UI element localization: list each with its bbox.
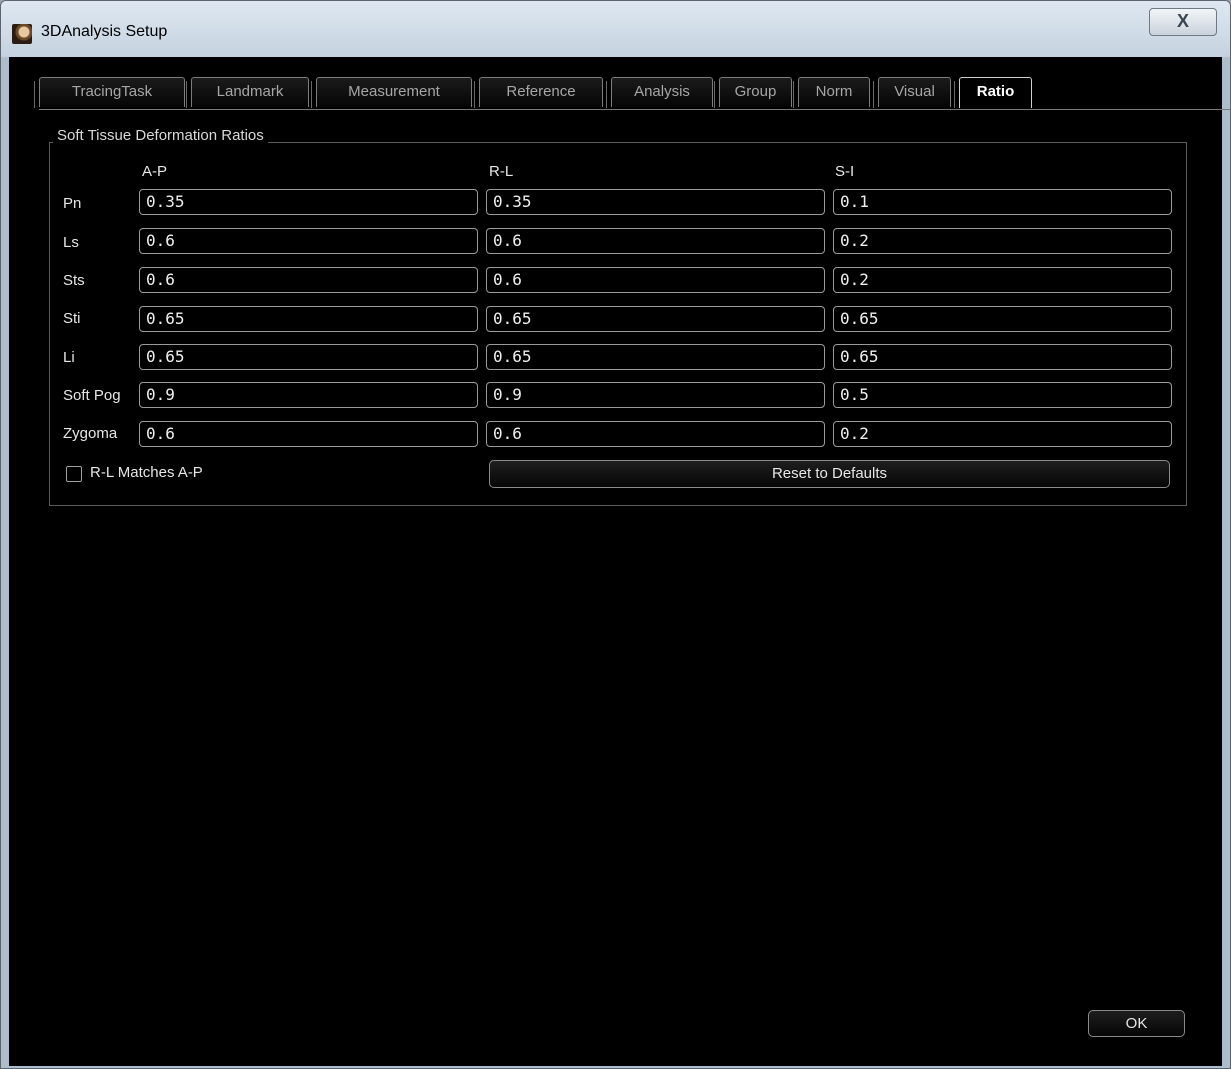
close-button[interactable]: X [1149, 8, 1217, 36]
row-label-sts: Sts [63, 272, 85, 289]
tab-divider [39, 109, 1230, 110]
sts-rl-field[interactable]: 0.6 [486, 267, 825, 293]
dialog-window: 3DAnalysis Setup X TracingTask Landmark … [0, 0, 1231, 1069]
tab-visual[interactable]: Visual [873, 77, 951, 108]
sts-ap-field[interactable]: 0.6 [139, 267, 478, 293]
li-rl-field[interactable]: 0.65 [486, 344, 825, 370]
pn-si-field[interactable]: 0.1 [833, 189, 1172, 215]
row-label-sti: Sti [63, 310, 81, 327]
tab-bar: TracingTask Landmark Measurement Referen… [34, 77, 1230, 109]
rl-matches-ap-checkbox[interactable] [66, 466, 82, 482]
row-label-pn: Pn [63, 195, 82, 212]
tab-ratio[interactable]: Ratio [954, 77, 1032, 108]
title-bar: 3DAnalysis Setup X [1, 1, 1230, 57]
sti-rl-field[interactable]: 0.65 [486, 306, 825, 332]
softpog-rl-field[interactable]: 0.9 [486, 382, 825, 408]
tab-measurement[interactable]: Measurement [311, 77, 472, 108]
tab-landmark[interactable]: Landmark [186, 77, 309, 108]
tab-tracingtask[interactable]: TracingTask [34, 77, 185, 108]
rl-matches-ap-label[interactable]: R-L Matches A-P [90, 464, 203, 481]
row-label-li: Li [63, 349, 75, 366]
ls-si-field[interactable]: 0.2 [833, 228, 1172, 254]
ls-rl-field[interactable]: 0.6 [486, 228, 825, 254]
tab-group[interactable]: Group [714, 77, 792, 108]
pn-ap-field[interactable]: 0.35 [139, 189, 478, 215]
sts-si-field[interactable]: 0.2 [833, 267, 1172, 293]
zygoma-rl-field[interactable]: 0.6 [486, 421, 825, 447]
zygoma-ap-field[interactable]: 0.6 [139, 421, 478, 447]
row-label-soft-pog: Soft Pog [63, 387, 121, 404]
column-header-rl: R-L [489, 163, 514, 180]
softpog-ap-field[interactable]: 0.9 [139, 382, 478, 408]
tab-reference[interactable]: Reference [474, 77, 603, 108]
sti-si-field[interactable]: 0.65 [833, 306, 1172, 332]
li-si-field[interactable]: 0.65 [833, 344, 1172, 370]
app-icon [12, 24, 32, 44]
tab-norm[interactable]: Norm [793, 77, 870, 108]
groupbox-title: Soft Tissue Deformation Ratios [53, 127, 268, 144]
tab-analysis[interactable]: Analysis [606, 77, 713, 108]
column-header-ap: A-P [142, 163, 168, 180]
sti-ap-field[interactable]: 0.65 [139, 306, 478, 332]
li-ap-field[interactable]: 0.65 [139, 344, 478, 370]
ls-ap-field[interactable]: 0.6 [139, 228, 478, 254]
row-label-ls: Ls [63, 234, 79, 251]
reset-to-defaults-button[interactable]: Reset to Defaults [489, 460, 1170, 488]
row-label-zygoma: Zygoma [63, 425, 118, 442]
dialog-client-area: TracingTask Landmark Measurement Referen… [9, 57, 1230, 1066]
ok-button[interactable]: OK [1088, 1010, 1185, 1037]
pn-rl-field[interactable]: 0.35 [486, 189, 825, 215]
window-title: 3DAnalysis Setup [41, 23, 168, 40]
zygoma-si-field[interactable]: 0.2 [833, 421, 1172, 447]
column-header-si: S-I [835, 163, 855, 180]
softpog-si-field[interactable]: 0.5 [833, 382, 1172, 408]
